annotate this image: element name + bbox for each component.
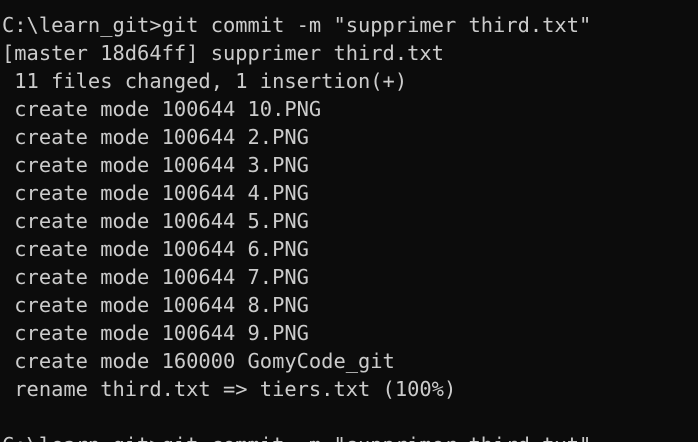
create-mode-line: create mode 100644 6.PNG (2, 237, 309, 261)
terminal-output: C:\learn_git>git commit -m "supprimer th… (2, 11, 591, 442)
files-changed-line: 11 files changed, 1 insertion(+) (2, 69, 408, 93)
create-mode-line: create mode 100644 3.PNG (2, 153, 309, 177)
create-mode-line: create mode 100644 5.PNG (2, 209, 309, 233)
rename-line: rename third.txt => tiers.txt (100%) (2, 377, 457, 401)
terminal-window[interactable]: C:\learn_git>git commit -m "supprimer th… (0, 0, 698, 442)
create-mode-line: create mode 160000 GomyCode_git (2, 349, 395, 373)
create-mode-line: create mode 100644 8.PNG (2, 293, 309, 317)
create-mode-line: create mode 100644 7.PNG (2, 265, 309, 289)
command-line: C:\learn_git>git commit -m "supprimer th… (2, 13, 592, 37)
commit-summary-line: [master 18d64ff] supprimer third.txt (2, 41, 444, 65)
command-line: C:\learn_git>git commit -m "supprimer th… (2, 431, 591, 442)
create-mode-line: create mode 100644 2.PNG (2, 125, 309, 149)
create-mode-line: create mode 100644 10.PNG (2, 97, 322, 121)
create-mode-line: create mode 100644 9.PNG (2, 321, 309, 345)
create-mode-line: create mode 100644 4.PNG (2, 181, 309, 205)
